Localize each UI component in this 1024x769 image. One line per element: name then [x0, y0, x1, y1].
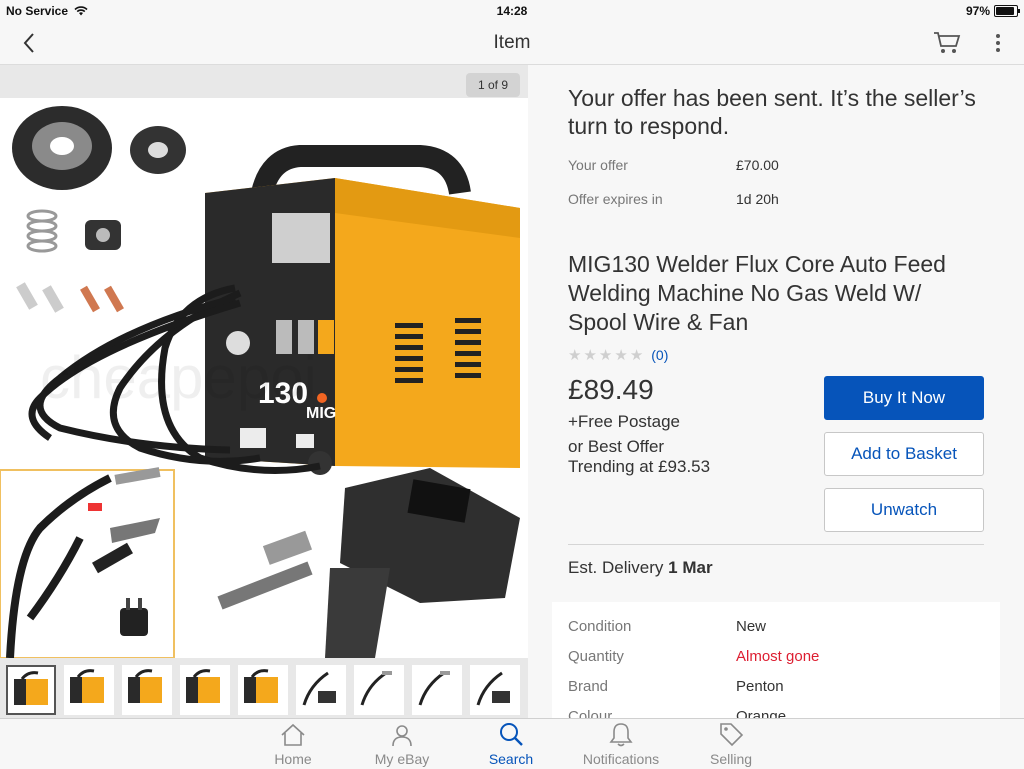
delivery-date: 1 Mar [668, 558, 713, 577]
status-bar: No Service 14:28 97% [0, 0, 1024, 22]
star-icon: ★ [614, 347, 628, 364]
star-icon: ★ [583, 347, 597, 364]
tab-label: My eBay [374, 751, 430, 767]
watermark: cheapepoi [40, 344, 317, 411]
battery-percent: 97% [965, 4, 990, 18]
tab-label: Notifications [582, 751, 660, 767]
star-icon: ★ [598, 347, 613, 364]
page-title: Item [493, 32, 531, 53]
divider [568, 544, 984, 545]
offer-expires-value: 1d 20h [736, 191, 779, 207]
tab-home[interactable]: Home [248, 721, 338, 767]
home-icon [281, 723, 305, 746]
offer-sent-message: Your offer has been sent. It’s the selle… [568, 85, 976, 139]
thumbnail[interactable] [412, 665, 462, 715]
thumbnail-strip [6, 665, 526, 715]
add-to-basket-button[interactable]: Add to Basket [824, 432, 984, 476]
your-offer-label: Your offer [568, 157, 628, 173]
tab-search[interactable]: Search [466, 721, 556, 767]
tab-bar: Home My eBay Search Notifications Sellin… [0, 718, 1024, 769]
your-offer-value: £70.00 [736, 157, 779, 173]
tab-my-ebay[interactable]: My eBay [357, 721, 447, 767]
user-icon [392, 725, 412, 747]
spec-value: Penton [736, 678, 784, 695]
estimated-delivery: Est. Delivery 1 Mar [568, 558, 713, 578]
thumbnail[interactable] [296, 665, 346, 715]
thumbnail[interactable] [64, 665, 114, 715]
item-price: £89.49 [568, 374, 654, 405]
bell-icon [609, 723, 633, 747]
thumbnail[interactable] [122, 665, 172, 715]
thumbnail[interactable] [6, 665, 56, 715]
tab-selling[interactable]: Selling [686, 721, 776, 767]
thumbnail[interactable] [238, 665, 288, 715]
more-vertical-icon [996, 34, 1000, 52]
spec-label: Brand [568, 678, 609, 695]
unwatch-button[interactable]: Unwatch [824, 488, 984, 532]
nav-bar: Item [0, 22, 1024, 65]
clock: 14:28 [496, 4, 528, 18]
offer-expires-label: Offer expires in [568, 191, 663, 207]
tab-label: Selling [709, 751, 753, 767]
tab-label: Home [274, 751, 312, 767]
tag-icon [720, 723, 744, 747]
main-product-photo[interactable]: 130 MIG cheapepoi [0, 98, 528, 658]
trending-price: Trending at £93.53 [568, 457, 711, 476]
welder-illustration: 130 MIG cheapepoi [0, 98, 528, 658]
search-icon [500, 723, 523, 746]
rating: ★ ★ ★ ★ ★ (0) [568, 346, 668, 364]
thumbnail[interactable] [470, 665, 520, 715]
rating-count-link[interactable]: (0) [651, 347, 668, 363]
item-title: MIG130 Welder Flux Core Auto Feed Weldin… [568, 251, 946, 335]
photo-counter: 1 of 9 [466, 73, 520, 97]
image-gallery: 1 of 9 130 MIG cheapepoi [0, 65, 528, 718]
thumbnail[interactable] [180, 665, 230, 715]
tab-notifications[interactable]: Notifications [576, 721, 666, 767]
thumbnail[interactable] [354, 665, 404, 715]
more-button[interactable] [988, 30, 1008, 56]
spec-value: Almost gone [736, 648, 820, 665]
delivery-label: Est. Delivery [568, 558, 664, 577]
cart-icon [934, 32, 961, 53]
battery-icon [994, 5, 1020, 17]
spec-label: Quantity [568, 648, 624, 665]
best-offer-info: or Best Offer [568, 437, 665, 456]
spec-value: New [736, 618, 767, 635]
star-icon: ★ [629, 347, 644, 364]
spec-label: Condition [568, 618, 632, 635]
cart-button[interactable] [932, 28, 962, 56]
item-specifics: Condition New Quantity Almost gone Brand… [552, 602, 1000, 722]
star-icon: ★ [568, 347, 582, 364]
buy-it-now-button[interactable]: Buy It Now [824, 376, 984, 420]
tab-label: Search [488, 751, 534, 767]
postage-info: +Free Postage [568, 412, 680, 431]
